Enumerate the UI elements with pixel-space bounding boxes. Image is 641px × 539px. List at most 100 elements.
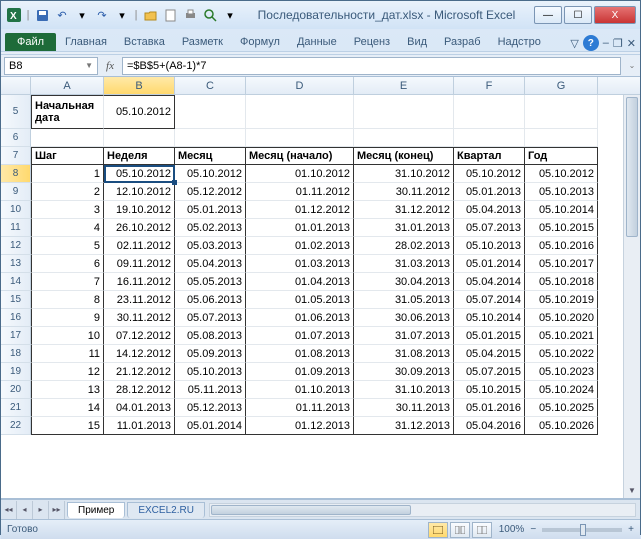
- row-header[interactable]: 20: [1, 381, 31, 399]
- sheet-nav-first[interactable]: ◂◂: [1, 501, 17, 519]
- cell[interactable]: 13: [31, 381, 104, 399]
- cell[interactable]: 05.05.2013: [175, 273, 246, 291]
- cell[interactable]: 10: [31, 327, 104, 345]
- redo-icon[interactable]: ↷: [93, 6, 111, 24]
- cell[interactable]: 01.03.2013: [246, 255, 354, 273]
- cell[interactable]: 14.12.2012: [104, 345, 175, 363]
- cell[interactable]: 05.10.2018: [525, 273, 598, 291]
- row-header[interactable]: 16: [1, 309, 31, 327]
- sheet-tab[interactable]: EXCEL2.RU: [127, 502, 205, 518]
- row-header[interactable]: 7: [1, 147, 31, 165]
- cell[interactable]: 01.09.2013: [246, 363, 354, 381]
- cell[interactable]: 05.07.2014: [454, 291, 525, 309]
- cell[interactable]: 05.01.2014: [175, 417, 246, 435]
- fill-handle[interactable]: [172, 180, 177, 185]
- row-header[interactable]: 8: [1, 165, 31, 183]
- zoom-slider[interactable]: [542, 528, 622, 532]
- cell[interactable]: 3: [31, 201, 104, 219]
- col-header-E[interactable]: E: [354, 77, 454, 94]
- name-box[interactable]: B8 ▼: [4, 57, 98, 75]
- view-normal-button[interactable]: [428, 522, 448, 538]
- table-header[interactable]: Шаг: [31, 147, 104, 165]
- quick-print-icon[interactable]: [181, 6, 199, 24]
- horizontal-scrollbar[interactable]: [209, 503, 636, 517]
- worksheet-grid[interactable]: A B C D E F G 5 6 7 8 9 10 11 12 13 14 1…: [1, 77, 640, 499]
- tab-home[interactable]: Главная: [57, 33, 115, 51]
- cell[interactable]: 31.03.2013: [354, 255, 454, 273]
- cell[interactable]: 05.07.2013: [454, 219, 525, 237]
- row-header[interactable]: 10: [1, 201, 31, 219]
- cell[interactable]: 11: [31, 345, 104, 363]
- cell[interactable]: 30.11.2012: [354, 183, 454, 201]
- new-icon[interactable]: [161, 6, 179, 24]
- cell[interactable]: 30.04.2013: [354, 273, 454, 291]
- cell[interactable]: 05.10.2013: [454, 237, 525, 255]
- col-header-D[interactable]: D: [246, 77, 354, 94]
- cell[interactable]: 8: [31, 291, 104, 309]
- cell[interactable]: [246, 95, 354, 129]
- cell[interactable]: 05.10.2014: [454, 309, 525, 327]
- row-header[interactable]: 18: [1, 345, 31, 363]
- cell[interactable]: 12.10.2012: [104, 183, 175, 201]
- cell[interactable]: 19.10.2012: [104, 201, 175, 219]
- cell[interactable]: 07.12.2012: [104, 327, 175, 345]
- vertical-scrollbar[interactable]: ▲ ▼: [623, 95, 640, 498]
- cell[interactable]: 01.08.2013: [246, 345, 354, 363]
- cell[interactable]: 21.12.2012: [104, 363, 175, 381]
- doc-close-icon[interactable]: ✕: [627, 37, 636, 50]
- cell[interactable]: 05.10.2016: [525, 237, 598, 255]
- row-header[interactable]: 17: [1, 327, 31, 345]
- cell[interactable]: 12: [31, 363, 104, 381]
- cell[interactable]: 28.12.2012: [104, 381, 175, 399]
- scroll-thumb[interactable]: [626, 97, 638, 237]
- cell[interactable]: 05.10.2012: [104, 95, 175, 129]
- doc-minimize-icon[interactable]: –: [603, 37, 609, 49]
- cell[interactable]: 05.06.2013: [175, 291, 246, 309]
- cell[interactable]: 28.02.2013: [354, 237, 454, 255]
- cell[interactable]: 04.01.2013: [104, 399, 175, 417]
- cell[interactable]: 05.04.2015: [454, 345, 525, 363]
- cell[interactable]: [454, 95, 525, 129]
- cell[interactable]: 31.10.2012: [354, 165, 454, 183]
- insert-function-button[interactable]: fx: [101, 60, 119, 72]
- cell[interactable]: 05.10.2012: [525, 165, 598, 183]
- cell[interactable]: 01.12.2012: [246, 201, 354, 219]
- row-header[interactable]: 14: [1, 273, 31, 291]
- cell[interactable]: 31.12.2013: [354, 417, 454, 435]
- cell[interactable]: 05.10.2025: [525, 399, 598, 417]
- table-header[interactable]: Год: [525, 147, 598, 165]
- sheet-nav-prev[interactable]: ◂: [17, 501, 33, 519]
- cell[interactable]: 30.11.2012: [104, 309, 175, 327]
- row-header[interactable]: 5: [1, 95, 31, 129]
- help-icon[interactable]: ?: [583, 35, 599, 51]
- row-header[interactable]: 13: [1, 255, 31, 273]
- minimize-button[interactable]: —: [534, 6, 562, 24]
- cell[interactable]: 01.10.2012: [246, 165, 354, 183]
- view-pagebreak-button[interactable]: [472, 522, 492, 538]
- cell[interactable]: 31.01.2013: [354, 219, 454, 237]
- cell[interactable]: 11.01.2013: [104, 417, 175, 435]
- ribbon-minimize-icon[interactable]: ▽: [570, 37, 578, 50]
- cell[interactable]: 05.01.2016: [454, 399, 525, 417]
- cell[interactable]: 01.02.2013: [246, 237, 354, 255]
- tab-file[interactable]: Файл: [5, 33, 56, 51]
- zoom-out-button[interactable]: −: [530, 524, 536, 535]
- table-header[interactable]: Месяц (конец): [354, 147, 454, 165]
- tab-developer[interactable]: Разраб: [436, 33, 489, 51]
- cell[interactable]: 05.11.2013: [175, 381, 246, 399]
- cell[interactable]: 26.10.2012: [104, 219, 175, 237]
- cell[interactable]: 05.10.2012: [454, 165, 525, 183]
- cell[interactable]: 05.10.2013: [175, 363, 246, 381]
- cell[interactable]: [525, 95, 598, 129]
- expand-formula-bar-icon[interactable]: ⌄: [624, 61, 640, 70]
- cell[interactable]: 09.11.2012: [104, 255, 175, 273]
- cell[interactable]: [354, 95, 454, 129]
- cells-area[interactable]: Начальная дата 05.10.2012 Шаг Неделя Мес: [31, 95, 640, 435]
- cell[interactable]: [175, 95, 246, 129]
- cell[interactable]: 15: [31, 417, 104, 435]
- row-header[interactable]: 19: [1, 363, 31, 381]
- doc-restore-icon[interactable]: ❐: [613, 37, 623, 50]
- cell[interactable]: [104, 129, 175, 147]
- cell[interactable]: [246, 129, 354, 147]
- cell[interactable]: 05.12.2012: [175, 183, 246, 201]
